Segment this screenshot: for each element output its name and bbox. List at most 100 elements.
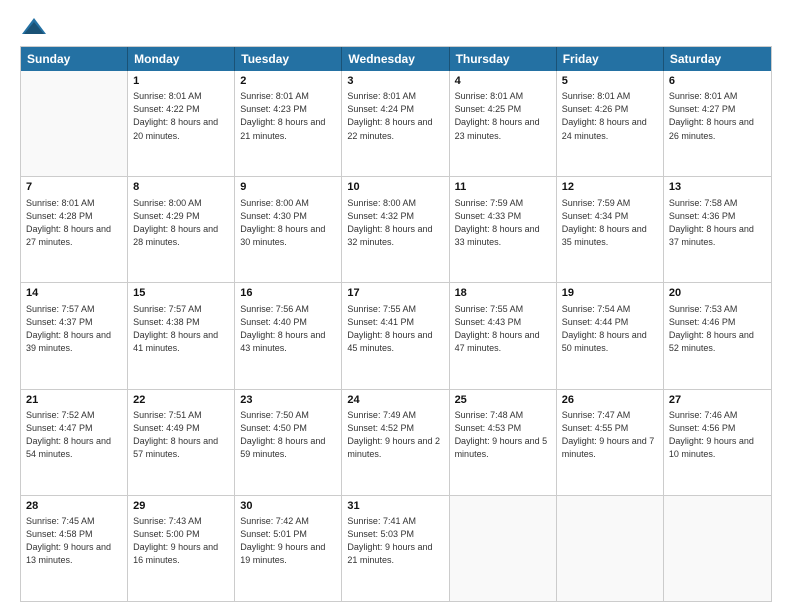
cell-info: Sunrise: 8:00 AMSunset: 4:30 PMDaylight:… [240,197,336,249]
cell-info: Sunrise: 7:58 AMSunset: 4:36 PMDaylight:… [669,197,766,249]
day-number: 16 [240,286,336,301]
calendar-week-row: 1Sunrise: 8:01 AMSunset: 4:22 PMDaylight… [21,71,771,176]
calendar-cell: 11 Sunrise: 7:59 AMSunset: 4:33 PMDayligh… [450,177,557,282]
day-number: 18 [455,286,551,301]
cell-info: Sunrise: 7:43 AMSunset: 5:00 PMDaylight:… [133,515,229,567]
calendar-cell: 23Sunrise: 7:50 AMSunset: 4:50 PMDayligh… [235,390,342,495]
calendar-week-row: 7Sunrise: 8:01 AMSunset: 4:28 PMDaylight… [21,176,771,282]
weekday-header: Wednesday [342,47,449,71]
weekday-header: Friday [557,47,664,71]
calendar-cell [557,496,664,601]
cell-info: Sunrise: 7:54 AMSunset: 4:44 PMDaylight:… [562,303,658,355]
cell-info: Sunrise: 7:57 AMSunset: 4:38 PMDaylight:… [133,303,229,355]
calendar-cell: 14Sunrise: 7:57 AMSunset: 4:37 PMDayligh… [21,283,128,388]
cell-info: Sunrise: 7:48 AMSunset: 4:53 PMDaylight:… [455,409,551,461]
calendar-cell: 4Sunrise: 8:01 AMSunset: 4:25 PMDaylight… [450,71,557,176]
day-number: 2 [240,74,336,89]
day-number: 4 [455,74,551,89]
calendar-cell: 25Sunrise: 7:48 AMSunset: 4:53 PMDayligh… [450,390,557,495]
logo [20,16,52,38]
cell-info: Sunrise: 8:01 AMSunset: 4:23 PMDaylight:… [240,90,336,142]
calendar-cell: 19 Sunrise: 7:54 AMSunset: 4:44 PMDayligh… [557,283,664,388]
calendar: SundayMondayTuesdayWednesdayThursdayFrid… [20,46,772,602]
cell-info: Sunrise: 7:57 AMSunset: 4:37 PMDaylight:… [26,303,122,355]
cell-info: Sunrise: 7:59 AMSunset: 4:33 PMDaylight:… [455,197,551,249]
day-number: 27 [669,393,766,408]
day-number: 30 [240,499,336,514]
day-number: 22 [133,393,229,408]
calendar-cell: 10Sunrise: 8:00 AMSunset: 4:32 PMDayligh… [342,177,449,282]
calendar-week-row: 21Sunrise: 7:52 AMSunset: 4:47 PMDayligh… [21,389,771,495]
day-number: 11 [455,180,551,195]
calendar-cell: 3Sunrise: 8:01 AMSunset: 4:24 PMDaylight… [342,71,449,176]
day-number: 24 [347,393,443,408]
weekday-header: Saturday [664,47,771,71]
cell-info: Sunrise: 7:45 AMSunset: 4:58 PMDaylight:… [26,515,122,567]
calendar-cell: 13Sunrise: 7:58 AMSunset: 4:36 PMDayligh… [664,177,771,282]
calendar-cell: 2Sunrise: 8:01 AMSunset: 4:23 PMDaylight… [235,71,342,176]
calendar-week-row: 14Sunrise: 7:57 AMSunset: 4:37 PMDayligh… [21,282,771,388]
weekday-header: Sunday [21,47,128,71]
cell-info: Sunrise: 8:01 AMSunset: 4:28 PMDaylight:… [26,197,122,249]
calendar-cell: 7Sunrise: 8:01 AMSunset: 4:28 PMDaylight… [21,177,128,282]
calendar-cell: 21Sunrise: 7:52 AMSunset: 4:47 PMDayligh… [21,390,128,495]
cell-info: Sunrise: 7:56 AMSunset: 4:40 PMDaylight:… [240,303,336,355]
day-number: 3 [347,74,443,89]
cell-info: Sunrise: 8:01 AMSunset: 4:25 PMDaylight:… [455,90,551,142]
cell-info: Sunrise: 8:01 AMSunset: 4:22 PMDaylight:… [133,90,229,142]
day-number: 21 [26,393,122,408]
cell-info: Sunrise: 7:49 AMSunset: 4:52 PMDaylight:… [347,409,443,461]
calendar-cell: 29Sunrise: 7:43 AMSunset: 5:00 PMDayligh… [128,496,235,601]
day-number: 25 [455,393,551,408]
calendar-cell: 18Sunrise: 7:55 AMSunset: 4:43 PMDayligh… [450,283,557,388]
calendar-cell: 15 Sunrise: 7:57 AMSunset: 4:38 PMDayligh… [128,283,235,388]
page: SundayMondayTuesdayWednesdayThursdayFrid… [0,0,792,612]
day-number: 20 [669,286,766,301]
calendar-cell: 9 Sunrise: 8:00 AMSunset: 4:30 PMDaylight… [235,177,342,282]
logo-icon [20,16,48,38]
calendar-header: SundayMondayTuesdayWednesdayThursdayFrid… [21,47,771,71]
calendar-cell: 12 Sunrise: 7:59 AMSunset: 4:34 PMDayligh… [557,177,664,282]
day-number: 23 [240,393,336,408]
calendar-cell: 20 Sunrise: 7:53 AMSunset: 4:46 PMDayligh… [664,283,771,388]
calendar-week-row: 28Sunrise: 7:45 AMSunset: 4:58 PMDayligh… [21,495,771,601]
calendar-cell: 16 Sunrise: 7:56 AMSunset: 4:40 PMDayligh… [235,283,342,388]
cell-info: Sunrise: 7:50 AMSunset: 4:50 PMDaylight:… [240,409,336,461]
cell-info: Sunrise: 7:46 AMSunset: 4:56 PMDaylight:… [669,409,766,461]
cell-info: Sunrise: 7:59 AMSunset: 4:34 PMDaylight:… [562,197,658,249]
calendar-cell: 27Sunrise: 7:46 AMSunset: 4:56 PMDayligh… [664,390,771,495]
cell-info: Sunrise: 7:55 AMSunset: 4:41 PMDaylight:… [347,303,443,355]
day-number: 5 [562,74,658,89]
calendar-cell: 28Sunrise: 7:45 AMSunset: 4:58 PMDayligh… [21,496,128,601]
day-number: 17 [347,286,443,301]
weekday-header: Tuesday [235,47,342,71]
day-number: 15 [133,286,229,301]
cell-info: Sunrise: 8:01 AMSunset: 4:24 PMDaylight:… [347,90,443,142]
day-number: 9 [240,180,336,195]
day-number: 1 [133,74,229,89]
cell-info: Sunrise: 7:52 AMSunset: 4:47 PMDaylight:… [26,409,122,461]
calendar-cell: 24Sunrise: 7:49 AMSunset: 4:52 PMDayligh… [342,390,449,495]
cell-info: Sunrise: 7:53 AMSunset: 4:46 PMDaylight:… [669,303,766,355]
cell-info: Sunrise: 8:01 AMSunset: 4:27 PMDaylight:… [669,90,766,142]
cell-info: Sunrise: 7:42 AMSunset: 5:01 PMDaylight:… [240,515,336,567]
day-number: 10 [347,180,443,195]
calendar-cell: 17 Sunrise: 7:55 AMSunset: 4:41 PMDayligh… [342,283,449,388]
day-number: 19 [562,286,658,301]
day-number: 28 [26,499,122,514]
calendar-cell [21,71,128,176]
cell-info: Sunrise: 7:47 AMSunset: 4:55 PMDaylight:… [562,409,658,461]
cell-info: Sunrise: 8:00 AMSunset: 4:29 PMDaylight:… [133,197,229,249]
header [20,16,772,38]
weekday-header: Monday [128,47,235,71]
weekday-header: Thursday [450,47,557,71]
day-number: 31 [347,499,443,514]
calendar-cell: 8Sunrise: 8:00 AMSunset: 4:29 PMDaylight… [128,177,235,282]
day-number: 26 [562,393,658,408]
day-number: 12 [562,180,658,195]
calendar-cell: 6Sunrise: 8:01 AMSunset: 4:27 PMDaylight… [664,71,771,176]
calendar-cell: 22Sunrise: 7:51 AMSunset: 4:49 PMDayligh… [128,390,235,495]
calendar-cell [450,496,557,601]
calendar-cell: 26Sunrise: 7:47 AMSunset: 4:55 PMDayligh… [557,390,664,495]
day-number: 6 [669,74,766,89]
